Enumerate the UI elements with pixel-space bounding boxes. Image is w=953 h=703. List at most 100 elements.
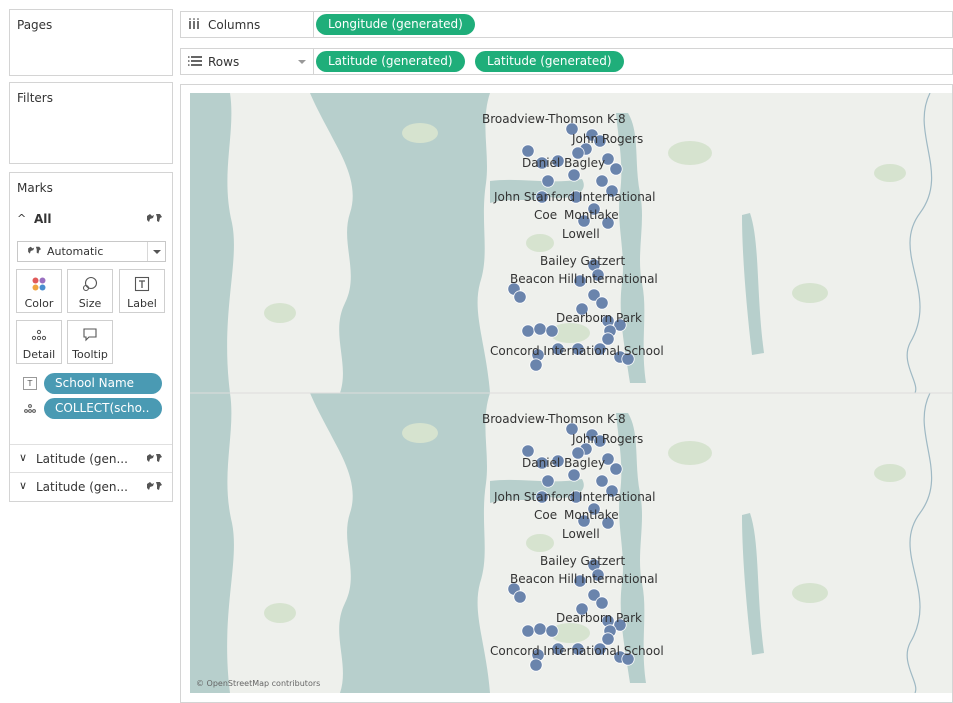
tooltip-button[interactable]: Tooltip — [67, 320, 113, 364]
filters-title: Filters — [17, 91, 53, 105]
color-icon — [17, 276, 61, 292]
marks-all-layer[interactable]: ^ All — [10, 209, 172, 231]
marks-pill-row[interactable]: T School Name — [23, 373, 173, 395]
park-area — [264, 603, 296, 623]
map-pane: Broadview-Thomson K-8 John Rogers Daniel B… — [190, 392, 952, 693]
marks-layer-latitude-2[interactable]: ∨ Latitude (gen... — [10, 472, 172, 500]
map-icon — [145, 212, 165, 226]
map-icon — [145, 452, 165, 466]
school-label: Dearborn Park — [556, 611, 642, 625]
detail-button[interactable]: Detail — [16, 320, 62, 364]
park-area — [402, 423, 438, 443]
detail-icon — [23, 402, 37, 415]
school-name-pill[interactable]: School Name — [44, 373, 162, 394]
longitude-pill[interactable]: Longitude (generated) — [316, 14, 475, 35]
school-point — [533, 622, 547, 636]
park-area — [792, 283, 828, 303]
map-attribution: © OpenStreetMap contributors — [196, 679, 321, 688]
school-point — [521, 624, 535, 638]
school-label: John Stanford International — [493, 190, 656, 204]
columns-shelf[interactable]: Columns Longitude (generated) — [180, 11, 953, 38]
school-label: Beacon Hill International — [510, 272, 658, 286]
school-point — [533, 322, 547, 336]
tooltip-label: Tooltip — [72, 348, 108, 361]
marks-layer-label: Latitude (gen... — [36, 452, 128, 466]
label-label: Label — [127, 297, 157, 310]
chevron-down-icon[interactable] — [147, 242, 165, 261]
map-icon — [26, 245, 44, 257]
school-point — [541, 174, 555, 188]
park-area — [874, 464, 906, 482]
school-label: Concord International School — [490, 344, 664, 358]
tooltip-icon — [68, 327, 112, 343]
chevron-down-icon[interactable]: ∨ — [19, 479, 27, 492]
school-label: John Stanford International — [493, 490, 656, 504]
school-label: Bailey Gatzert — [540, 554, 626, 568]
school-point — [567, 168, 581, 182]
school-label: John Rogers — [571, 132, 643, 146]
park-area — [264, 303, 296, 323]
color-button[interactable]: Color — [16, 269, 62, 313]
mark-type-dropdown[interactable]: Automatic — [17, 241, 166, 262]
school-label: Coe — [534, 508, 557, 522]
chevron-up-icon[interactable]: ^ — [17, 212, 26, 225]
latitude-pill[interactable]: Latitude (generated) — [316, 51, 465, 72]
park-area — [526, 234, 554, 252]
school-point — [513, 290, 527, 304]
school-point — [595, 474, 609, 488]
school-point — [595, 296, 609, 310]
detail-icon — [17, 327, 61, 343]
shelf-divider — [313, 49, 314, 74]
school-point — [609, 462, 623, 476]
park-area — [668, 141, 712, 165]
school-point — [529, 358, 543, 372]
school-label: Lowell — [562, 227, 600, 241]
park-area — [526, 534, 554, 552]
marks-layer-label: Latitude (gen... — [36, 480, 128, 494]
label-icon: T — [23, 377, 37, 390]
school-label: Coe — [534, 208, 557, 222]
school-label: Concord International School — [490, 644, 664, 658]
marks-all-label: All — [34, 212, 52, 226]
pages-card[interactable]: Pages — [9, 9, 173, 76]
latitude-pill[interactable]: Latitude (generated) — [475, 51, 624, 72]
pages-title: Pages — [17, 18, 53, 32]
rows-icon — [188, 55, 202, 70]
school-point — [609, 162, 623, 176]
label-icon — [120, 276, 164, 292]
shelf-divider — [313, 12, 314, 37]
school-label: Daniel Bagley — [522, 456, 605, 470]
map-pane: Broadview-Thomson K-8 John Rogers Daniel B… — [190, 93, 952, 394]
rows-shelf[interactable]: Rows Latitude (generated) Latitude (gene… — [180, 48, 953, 75]
chevron-down-icon[interactable] — [298, 60, 306, 64]
school-point — [567, 468, 581, 482]
park-area — [792, 583, 828, 603]
size-icon — [68, 276, 112, 292]
school-label: John Rogers — [571, 432, 643, 446]
marks-pill-row[interactable]: COLLECT(scho.. — [23, 398, 173, 420]
school-point — [541, 474, 555, 488]
map-view[interactable]: Broadview-Thomson K-8 John Rogers Daniel B… — [190, 93, 952, 693]
park-area — [402, 123, 438, 143]
color-label: Color — [24, 297, 54, 310]
school-point — [545, 324, 559, 338]
school-label: Lowell — [562, 527, 600, 541]
map-icon — [145, 480, 165, 494]
size-button[interactable]: Size — [67, 269, 113, 313]
school-point — [529, 658, 543, 672]
school-point — [595, 596, 609, 610]
school-point — [521, 324, 535, 338]
school-label: Montlake — [564, 208, 619, 222]
chevron-down-icon[interactable]: ∨ — [19, 451, 27, 464]
school-label: Beacon Hill International — [510, 572, 658, 586]
park-area — [874, 164, 906, 182]
detail-label: Detail — [22, 348, 56, 361]
marks-layer-latitude-1[interactable]: ∨ Latitude (gen... — [10, 444, 172, 472]
mark-type-value: Automatic — [47, 245, 104, 258]
label-button[interactable]: Label — [119, 269, 165, 313]
school-point — [595, 174, 609, 188]
filters-card[interactable]: Filters — [9, 82, 173, 164]
school-label: Broadview-Thomson K-8 — [482, 412, 626, 426]
size-label: Size — [78, 297, 102, 310]
collect-pill[interactable]: COLLECT(scho.. — [44, 398, 162, 419]
